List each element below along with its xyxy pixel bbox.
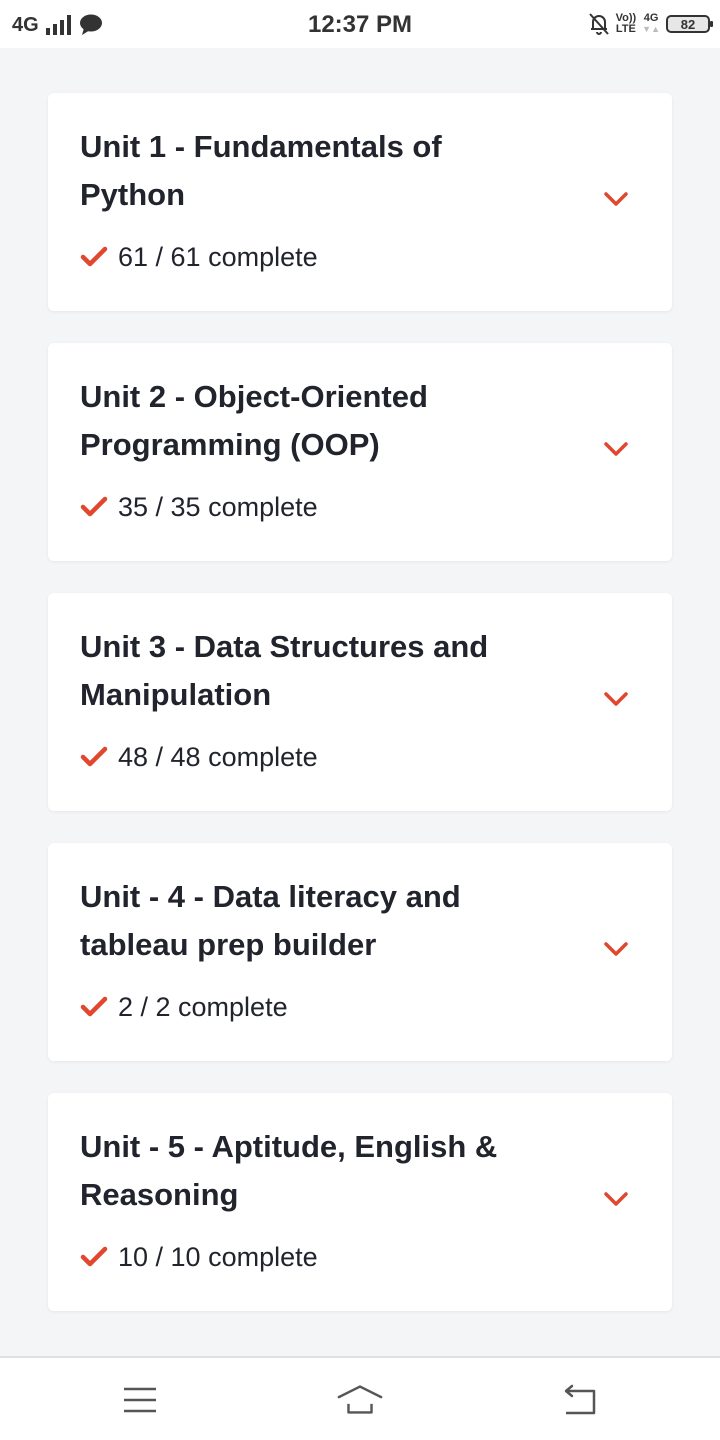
notifications-off-icon	[588, 13, 609, 35]
unit-card[interactable]: Unit 3 - Data Structures and Manipulatio…	[48, 593, 672, 811]
data-indicator: 4G ▼▲	[642, 13, 660, 35]
system-nav-bar	[0, 1356, 720, 1440]
home-icon	[337, 1385, 383, 1414]
unit-title: Unit 3 - Data Structures and Manipulatio…	[80, 629, 489, 712]
unit-title: Unit - 5 - Aptitude, English & Reasoning	[80, 1129, 498, 1212]
check-icon	[80, 246, 108, 267]
home-button[interactable]	[336, 1380, 384, 1420]
data-network-label: 4G	[643, 12, 659, 24]
status-bar: 4G 12:37 PM Vo)) LTE 4G ▼▲ 82	[0, 0, 720, 48]
chevron-down-icon[interactable]	[602, 689, 630, 709]
chevron-down-icon[interactable]	[602, 1189, 630, 1209]
back-icon	[564, 1384, 596, 1415]
unit-progress: 2 / 2 complete	[80, 987, 288, 1027]
check-icon	[80, 996, 108, 1017]
unit-progress: 35 / 35 complete	[80, 487, 318, 527]
unit-card[interactable]: Unit 2 - Object-Oriented Programming (OO…	[48, 343, 672, 561]
unit-title: Unit - 4 - Data literacy and tableau pre…	[80, 879, 461, 962]
volte-bottom-label: LTE	[615, 23, 636, 35]
unit-progress: 10 / 10 complete	[80, 1237, 318, 1277]
unit-card[interactable]: Unit 1 - Fundamentals of Python 61 / 61 …	[48, 93, 672, 311]
unit-title: Unit 2 - Object-Oriented Programming (OO…	[80, 379, 428, 462]
volte-indicator: Vo)) LTE	[616, 13, 637, 35]
chevron-down-icon[interactable]	[602, 439, 630, 459]
data-arrows-icon: ▼▲	[642, 24, 660, 34]
unit-card[interactable]: Unit - 4 - Data literacy and tableau pre…	[48, 843, 672, 1061]
unit-progress-text: 2 / 2 complete	[118, 991, 288, 1022]
unit-progress: 48 / 48 complete	[80, 737, 318, 777]
unit-progress-text: 10 / 10 complete	[118, 1241, 318, 1272]
unit-card[interactable]: Unit - 5 - Aptitude, English & Reasoning…	[48, 1093, 672, 1311]
unit-progress: 61 / 61 complete	[80, 237, 318, 277]
back-button[interactable]	[556, 1380, 604, 1420]
unit-progress-text: 48 / 48 complete	[118, 741, 318, 772]
chevron-down-icon[interactable]	[602, 939, 630, 959]
unit-progress-text: 35 / 35 complete	[118, 491, 318, 522]
chevron-down-icon[interactable]	[602, 189, 630, 209]
check-icon	[80, 1246, 108, 1267]
menu-button[interactable]	[116, 1380, 164, 1420]
status-right: Vo)) LTE 4G ▼▲ 82	[588, 10, 713, 38]
unit-title: Unit 1 - Fundamentals of Python	[80, 129, 442, 212]
unit-progress-text: 61 / 61 complete	[118, 241, 318, 272]
battery-level: 82	[680, 16, 696, 32]
check-icon	[80, 746, 108, 767]
battery-icon: 82	[666, 15, 713, 33]
menu-icon	[124, 1387, 156, 1413]
check-icon	[80, 496, 108, 517]
